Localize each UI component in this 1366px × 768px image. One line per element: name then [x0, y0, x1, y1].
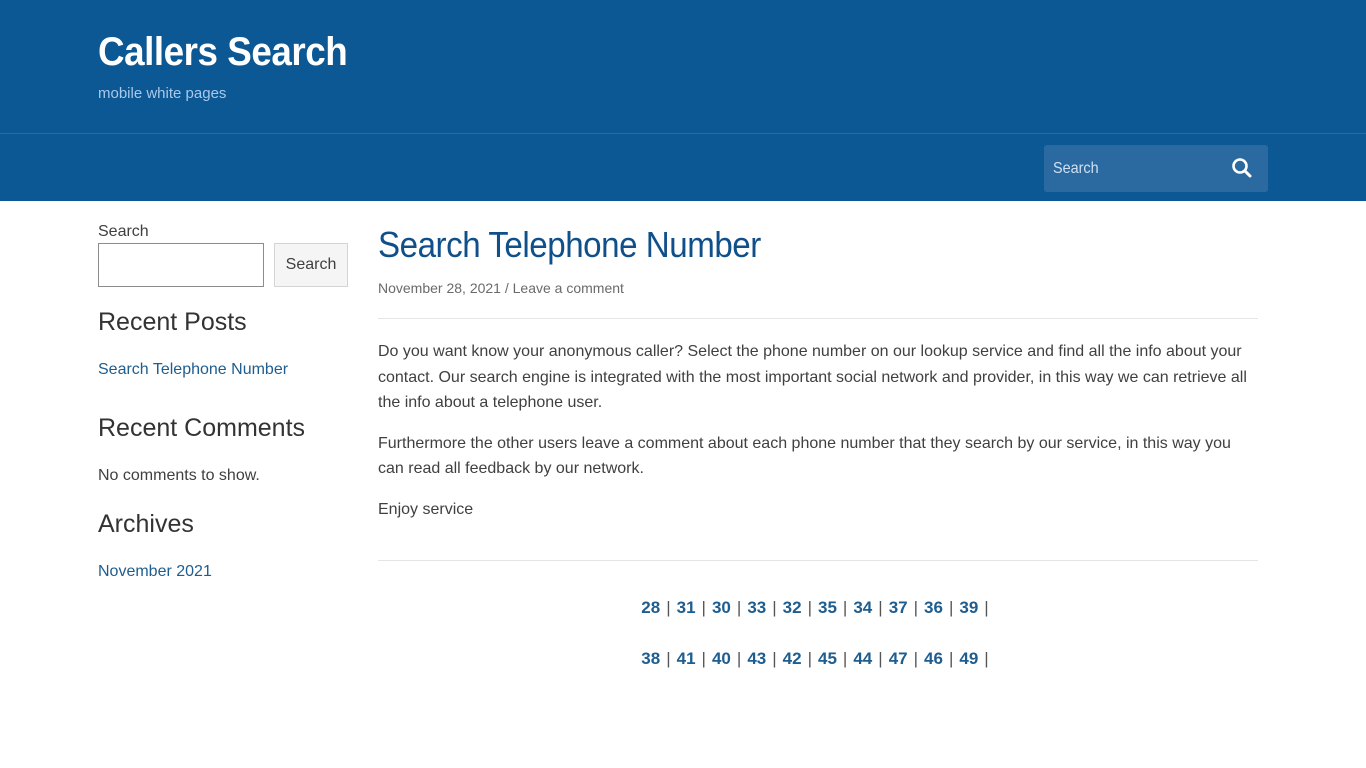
post-date[interactable]: November 28, 2021	[378, 280, 501, 296]
number-link[interactable]: 36	[924, 598, 943, 617]
number-link[interactable]: 44	[853, 649, 872, 668]
number-link[interactable]: 34	[853, 598, 872, 617]
separator: |	[878, 598, 883, 618]
archive-link[interactable]: November 2021	[98, 563, 350, 581]
separator: |	[807, 598, 812, 618]
number-link[interactable]: 39	[959, 598, 978, 617]
separator: |	[807, 649, 812, 669]
no-comments-text: No comments to show.	[98, 467, 260, 484]
site-title[interactable]: Callers Search	[98, 30, 348, 75]
archives-heading: Archives	[98, 510, 194, 538]
post-paragraph: Enjoy service	[378, 500, 474, 518]
number-link[interactable]: 32	[783, 598, 802, 617]
number-link[interactable]: 37	[889, 598, 908, 617]
separator: |	[984, 598, 989, 618]
separator: |	[736, 598, 742, 618]
number-link[interactable]: 35	[818, 598, 837, 617]
separator: |	[666, 649, 671, 669]
number-link[interactable]: 49	[959, 649, 978, 668]
separator: |	[948, 649, 954, 669]
leave-comment-link[interactable]: Leave a comment	[513, 280, 624, 296]
separator: |	[701, 598, 706, 618]
number-links: 28 | 31 | 30 | 33 | 32 | 35 | 34 | 37 | 36 | 39 | 38 | 41 | 40 |…	[378, 595, 1258, 697]
number-link[interactable]: 38	[641, 649, 660, 668]
number-link[interactable]: 42	[783, 649, 802, 668]
post-meta: November 28, 2021 / Leave a comment	[378, 280, 1258, 296]
separator: |	[701, 649, 706, 669]
recent-comments-heading: Recent Comments	[98, 414, 306, 442]
separator: |	[878, 649, 883, 669]
meta-separator: /	[504, 280, 509, 297]
sidebar-search-label: Search	[98, 223, 149, 240]
number-links-row: 38 | 41 | 40 | 43 | 42 | 45 | 44 | 47 | 46 | 49 |	[378, 646, 1258, 697]
separator: |	[772, 649, 777, 669]
header-search-button[interactable]	[1230, 156, 1254, 180]
separator: |	[842, 598, 848, 618]
number-link[interactable]: 33	[747, 598, 766, 617]
main-content: Search Telephone Number November 28, 202…	[378, 223, 1258, 697]
separator: |	[913, 598, 919, 618]
separator: |	[913, 649, 919, 669]
number-link[interactable]: 28	[641, 598, 660, 617]
sidebar: Search Search Recent Posts Search Teleph…	[98, 223, 350, 581]
search-icon	[1232, 158, 1252, 178]
separator: |	[736, 649, 742, 669]
number-link[interactable]: 45	[818, 649, 837, 668]
number-link[interactable]: 41	[677, 649, 696, 668]
post-footer-divider	[378, 560, 1258, 562]
separator: |	[666, 598, 671, 618]
recent-posts-heading: Recent Posts	[98, 308, 247, 336]
post-paragraph: Furthermore the other users leave a comm…	[378, 434, 1231, 478]
post-title[interactable]: Search Telephone Number	[378, 223, 761, 266]
site-tagline: mobile white pages	[98, 85, 227, 102]
post-paragraph: Do you want know your anonymous caller? …	[378, 343, 1247, 412]
sidebar-search-button[interactable]: Search	[274, 243, 348, 287]
sidebar-search-form: Search	[98, 243, 350, 287]
number-link[interactable]: 46	[924, 649, 943, 668]
number-link[interactable]: 31	[677, 598, 696, 617]
separator: |	[948, 598, 954, 618]
header-search-input[interactable]	[1044, 159, 1206, 178]
number-link[interactable]: 43	[747, 649, 766, 668]
post-body: Do you want know your anonymous caller? …	[378, 339, 1258, 522]
number-links-row: 28 | 31 | 30 | 33 | 32 | 35 | 34 | 37 | 36 | 39 |	[378, 595, 1258, 646]
site-header: Callers Search mobile white pages	[0, 0, 1366, 134]
recent-post-link[interactable]: Search Telephone Number	[98, 361, 350, 379]
nav-bar	[0, 134, 1366, 201]
post: Search Telephone Number November 28, 202…	[378, 223, 1258, 562]
separator: |	[984, 649, 989, 669]
separator: |	[772, 598, 777, 618]
number-link[interactable]: 40	[712, 649, 731, 668]
sidebar-search-input[interactable]	[98, 243, 264, 287]
separator: |	[842, 649, 848, 669]
header-search-form	[1044, 145, 1268, 192]
number-link[interactable]: 30	[712, 598, 731, 617]
number-link[interactable]: 47	[889, 649, 908, 668]
post-divider	[378, 318, 1258, 320]
